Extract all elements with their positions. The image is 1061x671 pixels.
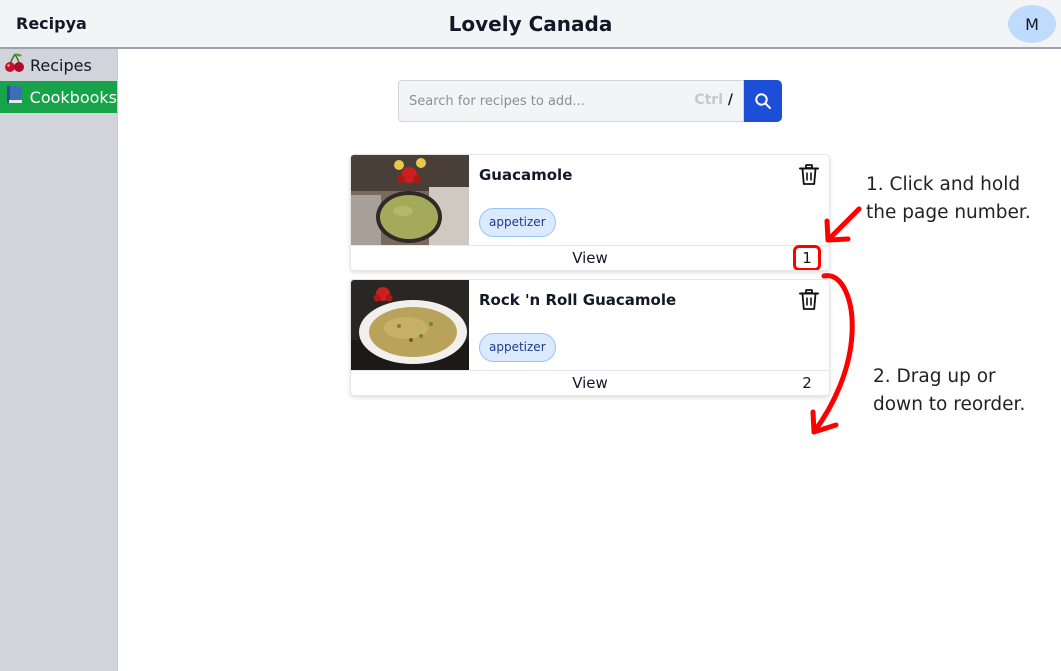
arrow-to-page-number — [824, 206, 862, 243]
search-bar: Ctrl / — [398, 80, 782, 122]
sidebar-item-cookbooks[interactable]: Cookbooks — [0, 81, 117, 113]
annotation-step1: 1. Click and hold the page number. — [866, 174, 1031, 223]
trash-icon — [799, 164, 819, 185]
recipe-title: Rock 'n Roll Guacamole — [479, 291, 677, 309]
recipe-image — [351, 280, 469, 370]
view-button[interactable]: View — [351, 374, 829, 392]
view-button[interactable]: View — [351, 249, 829, 267]
search-box: Ctrl / — [398, 80, 744, 122]
trash-icon — [799, 289, 819, 310]
recipe-card[interactable]: Rock 'n Roll Guacamole appetizer View 2 — [350, 279, 830, 396]
page-number-handle[interactable]: 2 — [797, 374, 817, 392]
category-tag: appetizer — [479, 208, 556, 237]
sidebar-item-label: Recipes — [30, 55, 92, 75]
sidebar-item-label: Cookbooks — [29, 87, 117, 107]
avatar[interactable]: M — [1008, 5, 1056, 43]
recipe-image — [351, 155, 469, 245]
search-icon — [755, 93, 771, 109]
card-footer: View 2 — [351, 370, 829, 395]
delete-button[interactable] — [799, 164, 819, 190]
search-shortcut-hint: Ctrl / — [694, 92, 733, 108]
card-footer: View 1 — [351, 245, 829, 270]
sidebar: Recipes Cookbooks — [0, 49, 118, 671]
category-tag: appetizer — [479, 333, 556, 362]
sidebar-item-recipes[interactable]: Recipes — [0, 49, 117, 81]
recipe-title: Guacamole — [479, 166, 573, 184]
search-button[interactable] — [744, 80, 782, 122]
delete-button[interactable] — [799, 289, 819, 315]
annotation-step2: 2. Drag up or down to reorder. — [873, 366, 1026, 415]
page-number-handle[interactable]: 1 — [793, 245, 821, 270]
book-icon — [4, 85, 30, 110]
page-title: Lovely Canada — [448, 12, 613, 36]
search-input[interactable] — [399, 81, 679, 121]
top-bar: Recipya Lovely Canada M — [0, 0, 1061, 49]
recipe-card[interactable]: Guacamole appetizer View 1 — [350, 154, 830, 271]
cherries-icon — [4, 53, 30, 78]
